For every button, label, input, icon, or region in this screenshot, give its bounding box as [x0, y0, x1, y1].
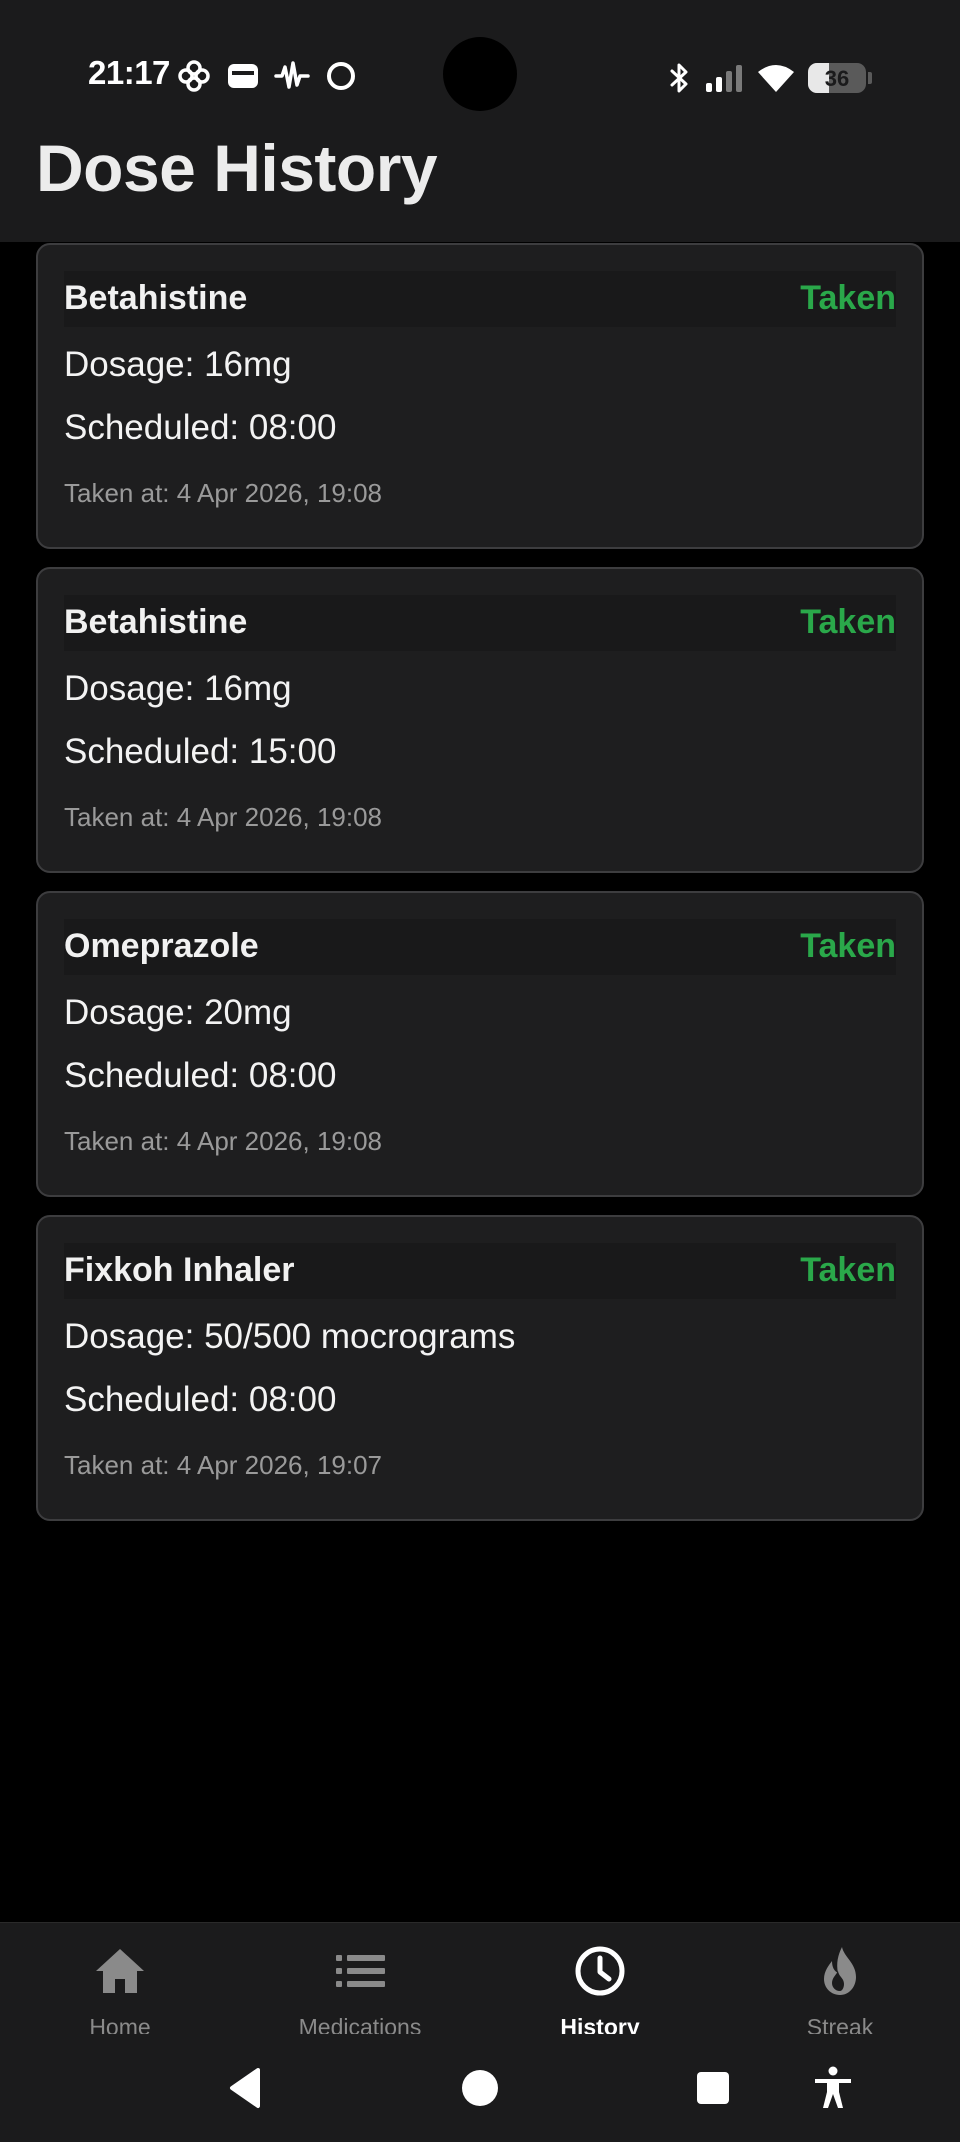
taken-at-timestamp: Taken at: 4 Apr 2026, 19:08 [64, 802, 383, 832]
status-badge: Taken [800, 603, 896, 641]
taken-at-timestamp: Taken at: 4 Apr 2026, 19:07 [64, 1450, 383, 1480]
status-badge: Taken [800, 279, 896, 317]
medication-name: Betahistine [64, 279, 248, 317]
medication-name: Omeprazole [64, 927, 259, 965]
dose-card-header: Omeprazole Taken [64, 919, 896, 975]
camera-cutout [443, 37, 517, 111]
wallet-icon [226, 61, 260, 91]
dose-card-header: Betahistine Taken [64, 271, 896, 327]
nav-item-history[interactable]: History [480, 1923, 720, 2040]
dose-card-header: Fixkoh Inhaler Taken [64, 1243, 896, 1299]
status-time: 21:17 [88, 54, 170, 91]
dosage-text: Dosage: 16mg [64, 345, 292, 384]
list-icon [336, 1955, 385, 1987]
circle-icon [324, 59, 358, 93]
flame-icon [824, 1947, 856, 1995]
dosage-text: Dosage: 50/500 mocrograms [64, 1317, 516, 1356]
medication-name: Fixkoh Inhaler [64, 1251, 295, 1289]
dosage-text: Dosage: 16mg [64, 669, 292, 708]
pinwheel-icon [176, 58, 212, 94]
scheduled-time: Scheduled: 15:00 [64, 732, 337, 771]
system-navigation-bar [0, 2034, 960, 2142]
nav-item-home[interactable]: Home [0, 1923, 240, 2040]
wifi-icon [756, 62, 796, 94]
app-header: 21:17 36 Dose History [0, 0, 960, 242]
bluetooth-icon [668, 61, 692, 95]
dose-history-list[interactable]: Betahistine Taken Dosage: 16mg Scheduled… [36, 243, 924, 1539]
home-circle-icon[interactable] [456, 2064, 504, 2112]
status-system-icons: 36 [668, 58, 872, 98]
signal-icon [704, 63, 744, 93]
battery-level: 36 [824, 66, 850, 91]
nav-item-medications[interactable]: Medications [240, 1923, 480, 2040]
back-icon[interactable] [222, 2064, 270, 2112]
bottom-navigation: Home Medications History Streak [0, 1922, 960, 2040]
dose-card[interactable]: Omeprazole Taken Dosage: 20mg Scheduled:… [36, 891, 924, 1197]
accessibility-icon[interactable] [809, 2064, 857, 2112]
clock-icon [575, 1946, 625, 1996]
dose-card[interactable]: Fixkoh Inhaler Taken Dosage: 50/500 mocr… [36, 1215, 924, 1521]
dose-card[interactable]: Betahistine Taken Dosage: 16mg Scheduled… [36, 567, 924, 873]
scheduled-time: Scheduled: 08:00 [64, 1380, 337, 1419]
status-notification-icons [176, 56, 358, 96]
taken-at-timestamp: Taken at: 4 Apr 2026, 19:08 [64, 1126, 383, 1156]
battery-icon: 36 [808, 63, 866, 93]
taken-at-timestamp: Taken at: 4 Apr 2026, 19:08 [64, 478, 383, 508]
scheduled-time: Scheduled: 08:00 [64, 1056, 337, 1095]
dosage-text: Dosage: 20mg [64, 993, 292, 1032]
page-title: Dose History [36, 131, 438, 205]
battery-tip [868, 72, 872, 84]
home-icon [96, 1949, 144, 1993]
scheduled-time: Scheduled: 08:00 [64, 408, 337, 447]
activity-icon [274, 59, 310, 93]
medication-name: Betahistine [64, 603, 248, 641]
dose-card[interactable]: Betahistine Taken Dosage: 16mg Scheduled… [36, 243, 924, 549]
status-badge: Taken [800, 1251, 896, 1289]
recents-icon[interactable] [689, 2064, 737, 2112]
dose-card-header: Betahistine Taken [64, 595, 896, 651]
nav-item-streak[interactable]: Streak [720, 1923, 960, 2040]
status-badge: Taken [800, 927, 896, 965]
